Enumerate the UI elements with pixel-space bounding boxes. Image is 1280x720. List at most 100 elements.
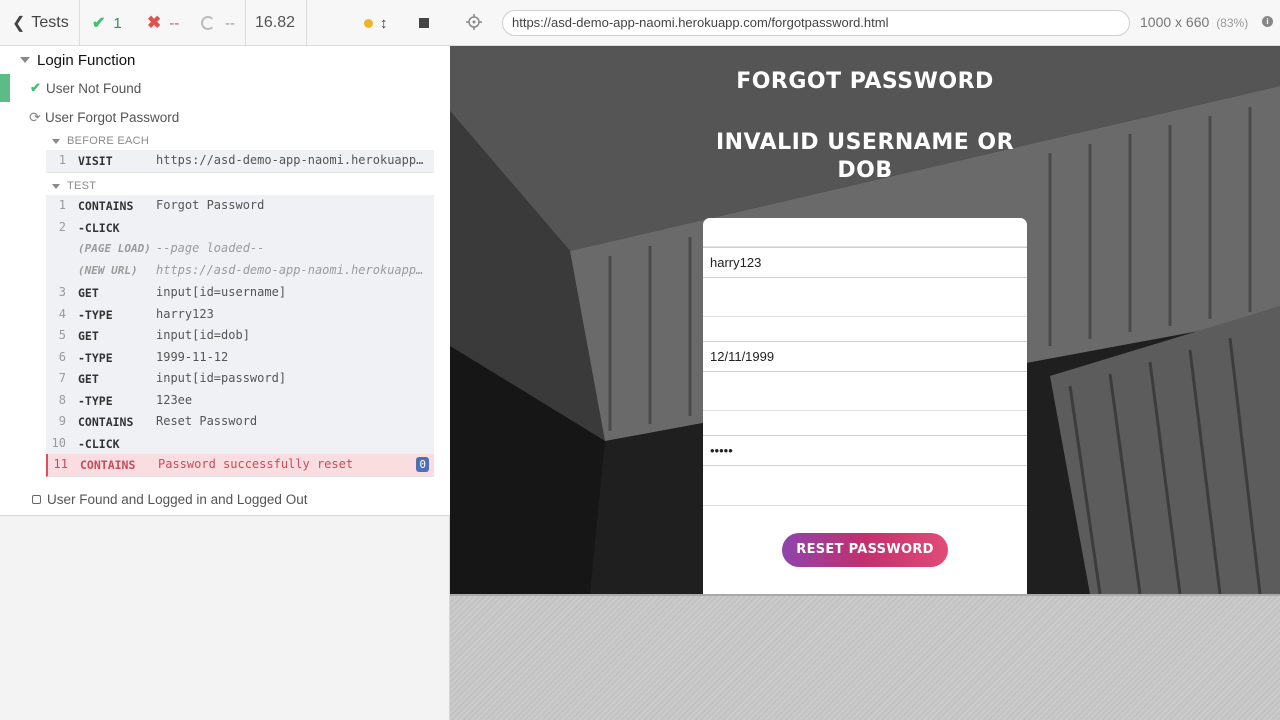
- aut-empty-area: [450, 594, 1280, 720]
- command-group: 3 GET input[id=username] 4 -TYPE harry12…: [46, 282, 434, 326]
- command-message: Password successfully reset: [158, 457, 354, 471]
- command-row[interactable]: 7 GET input[id=password]: [46, 368, 434, 390]
- command-name: -TYPE: [78, 393, 113, 408]
- duration: 16.82: [255, 14, 296, 31]
- x-icon: ✖: [147, 13, 162, 32]
- stop-icon: [419, 18, 429, 28]
- check-icon: ✔: [92, 15, 106, 32]
- dob-input[interactable]: 12/11/1999: [703, 341, 1027, 372]
- command-name: GET: [78, 372, 99, 386]
- divider: [703, 316, 1027, 317]
- command-number: 9: [58, 414, 66, 428]
- test-label: User Forgot Password: [45, 109, 180, 125]
- error-message-line-1: INVALID USERNAME OR: [715, 130, 1015, 155]
- command-name: GET: [78, 286, 99, 300]
- command-row[interactable]: 10 -CLICK: [46, 433, 434, 455]
- divider: [245, 0, 246, 46]
- failed-count-value: --: [169, 14, 180, 32]
- command-row[interactable]: 3 GET input[id=username]: [46, 282, 434, 304]
- command-row[interactable]: 9 CONTAINS Reset Password: [46, 411, 434, 433]
- command-group: 1 CONTAINS Forgot Password 2 -CLICK: [46, 195, 434, 239]
- info-icon[interactable]: i: [1262, 16, 1273, 27]
- command-group: 1 VISIT https://asd-demo-app-naomi.herok…: [46, 150, 434, 173]
- stop-button[interactable]: [419, 0, 429, 46]
- command-group: 5 GET input[id=dob] 6 -TYPE 1999-11-12: [46, 325, 434, 369]
- command-row[interactable]: (NEW URL) https://asd-demo-app-naomi.her…: [46, 260, 434, 282]
- password-input[interactable]: •••••: [703, 435, 1027, 466]
- command-name: -CLICK: [78, 220, 120, 235]
- command-message: https://asd-demo-app-naomi.herokuapp.com…: [156, 263, 426, 277]
- command-number: 11: [53, 457, 68, 471]
- collapse-triangle-icon: [20, 57, 30, 63]
- suite-title-label: Login Function: [37, 51, 136, 69]
- command-row[interactable]: (PAGE LOAD) --page loaded--: [46, 238, 434, 260]
- command-name: (NEW URL): [78, 264, 138, 277]
- reporter-toolbar: ❮ Tests ✔ 1 ✖ -- -- 16.82 ↕: [0, 0, 450, 46]
- check-icon: ✔: [30, 80, 41, 95]
- command-number: 10: [51, 435, 66, 450]
- test-label: User Not Found: [46, 80, 142, 96]
- command-message: Reset Password: [156, 414, 258, 428]
- command-row[interactable]: 5 GET input[id=dob]: [46, 325, 434, 347]
- command-message: --page loaded--: [156, 241, 265, 255]
- passed-count: ✔ 1: [92, 0, 122, 46]
- hook-label: BEFORE EACH: [67, 135, 150, 147]
- test-label: User Found and Logged in and Logged Out: [47, 491, 308, 507]
- tests-label: Tests: [31, 14, 69, 31]
- app-iframe: FORGOT PASSWORD INVALID USERNAME OR DOB …: [450, 46, 1280, 594]
- command-message: input[id=dob]: [156, 328, 250, 342]
- reset-password-button[interactable]: RESET PASSWORD: [782, 533, 948, 567]
- command-row[interactable]: 6 -TYPE 1999-11-12: [46, 347, 434, 369]
- selector-playground-icon[interactable]: [466, 14, 482, 30]
- command-number: 5: [58, 328, 66, 342]
- divider: [703, 410, 1027, 411]
- command-number: 2: [58, 219, 66, 234]
- viewport-dimensions: 1000 x 660: [1140, 14, 1210, 30]
- hook-test[interactable]: TEST: [52, 177, 96, 195]
- command-row[interactable]: 2 -CLICK: [46, 217, 434, 239]
- divider: [703, 505, 1027, 506]
- command-name: CONTAINS: [78, 415, 134, 429]
- page-heading: FORGOT PASSWORD: [736, 69, 994, 94]
- passed-count-value: 1: [113, 14, 122, 32]
- test-row-user-found-logged-in[interactable]: User Found and Logged in and Logged Out: [0, 485, 450, 513]
- aut-toolbar: https://asd-demo-app-naomi.herokuapp.com…: [450, 0, 1280, 46]
- pending-count: --: [201, 0, 235, 46]
- test-row-user-not-found[interactable]: ✔ User Not Found: [0, 74, 450, 102]
- username-input[interactable]: harry123: [703, 247, 1027, 278]
- forgot-password-form: harry123 12/11/1999 ••••• RESET PASSWORD: [703, 218, 1027, 594]
- command-number: 1: [58, 198, 66, 212]
- suite-title[interactable]: Login Function: [20, 50, 135, 70]
- command-name: -TYPE: [78, 307, 113, 322]
- collapse-triangle-icon: [52, 183, 60, 189]
- hook-before-each[interactable]: BEFORE EACH: [52, 132, 149, 150]
- command-row[interactable]: 1 VISIT https://asd-demo-app-naomi.herok…: [46, 150, 434, 172]
- command-message: 1999-11-12: [156, 349, 229, 364]
- test-row-user-forgot-password[interactable]: ⟳ User Forgot Password: [0, 103, 450, 131]
- command-message: input[id=username]: [156, 285, 287, 299]
- url-bar[interactable]: https://asd-demo-app-naomi.herokuapp.com…: [502, 10, 1130, 36]
- refresh-icon: ⟳: [29, 108, 41, 125]
- auto-scroll-toggle[interactable]: ↕: [364, 0, 388, 46]
- pending-ring-icon: [201, 16, 215, 30]
- command-name: -CLICK: [78, 436, 120, 451]
- viewport-size: 1000 x 660 (83%): [1140, 14, 1248, 30]
- command-number: 4: [58, 306, 66, 321]
- command-name: (PAGE LOAD): [78, 242, 151, 255]
- failed-count: ✖ --: [147, 0, 179, 46]
- command-number: 8: [58, 392, 66, 407]
- command-name: GET: [78, 329, 99, 343]
- tests-back-button[interactable]: ❮ Tests: [12, 0, 69, 46]
- divider: [306, 0, 307, 46]
- command-row-failed[interactable]: 11 CONTAINS Password successfully reset …: [48, 454, 434, 476]
- command-row[interactable]: 1 CONTAINS Forgot Password: [46, 195, 434, 217]
- command-row[interactable]: 8 -TYPE 123ee: [46, 390, 434, 412]
- chevron-left-icon: ❮: [12, 15, 26, 32]
- command-message: 123ee: [156, 392, 193, 407]
- command-number: 1: [58, 153, 66, 167]
- command-number: 7: [58, 371, 66, 385]
- element-count-badge: 0: [416, 457, 429, 472]
- command-name: CONTAINS: [78, 199, 134, 213]
- command-row[interactable]: 4 -TYPE harry123: [46, 304, 434, 326]
- command-group: 7 GET input[id=password] 8 -TYPE 123ee: [46, 368, 434, 412]
